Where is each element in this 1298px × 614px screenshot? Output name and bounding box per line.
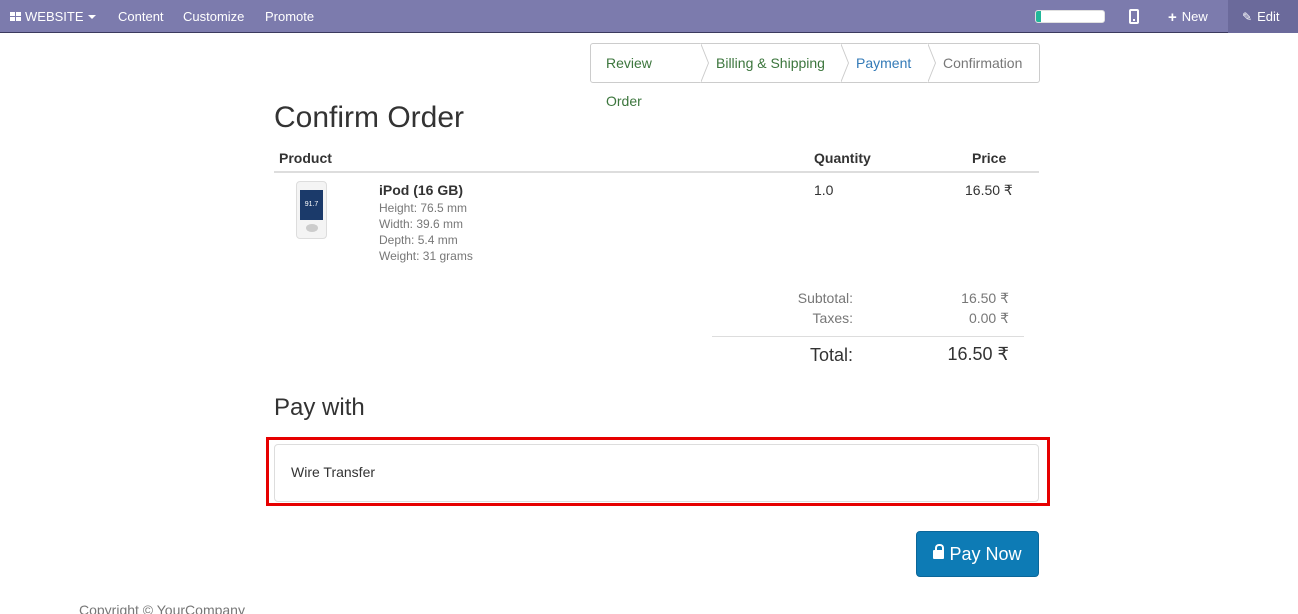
highlight-box bbox=[266, 437, 1050, 506]
header-product: Product bbox=[279, 150, 332, 166]
step-review-order[interactable]: Review Order bbox=[591, 43, 709, 109]
product-image-screen: 91.7 bbox=[300, 190, 323, 220]
step-label: Confirmation bbox=[943, 55, 1023, 71]
edit-button[interactable]: ✎ Edit bbox=[1228, 0, 1298, 33]
product-attributes: Height: 76.5 mm Width: 39.6 mm Depth: 5.… bbox=[379, 200, 473, 264]
click-wheel bbox=[306, 224, 318, 232]
checkout-steps: Review Order Billing & Shipping Payment … bbox=[590, 43, 1040, 109]
caret-down-icon bbox=[87, 15, 96, 19]
top-navbar: WEBSITE Content Customize Promote + New ✎… bbox=[0, 0, 1298, 33]
plus-icon: + bbox=[1168, 9, 1177, 26]
product-image: 91.7 bbox=[296, 181, 327, 239]
taxes-row: Taxes: 0.00 ₹ bbox=[712, 308, 1024, 328]
order-totals: Subtotal: 16.50 ₹ Taxes: 0.00 ₹ Total: 1… bbox=[712, 288, 1024, 372]
step-label: Payment bbox=[856, 55, 912, 71]
mobile-preview-icon[interactable] bbox=[1129, 9, 1139, 24]
pay-now-label: Pay Now bbox=[949, 544, 1022, 564]
subtotal-label: Subtotal: bbox=[797, 290, 853, 306]
apps-grid-icon bbox=[10, 12, 22, 22]
subtotal-value: 16.50 ₹ bbox=[961, 290, 1009, 306]
step-payment[interactable]: Payment bbox=[841, 43, 936, 83]
attr-weight: Weight: 31 grams bbox=[379, 249, 473, 263]
total-label: Total: bbox=[809, 345, 853, 365]
menu-promote[interactable]: Promote bbox=[265, 0, 314, 33]
pencil-icon: ✎ bbox=[1242, 10, 1253, 24]
lock-icon bbox=[933, 544, 945, 559]
attr-width: Width: 39.6 mm bbox=[379, 217, 464, 231]
menu-customize[interactable]: Customize bbox=[183, 0, 244, 33]
progress-fill bbox=[1036, 11, 1042, 22]
step-separator bbox=[700, 43, 709, 83]
product-quantity: 1.0 bbox=[814, 182, 834, 198]
pay-with-heading: Pay with bbox=[274, 394, 365, 421]
total-value: 16.50 ₹ bbox=[947, 344, 1010, 364]
new-button[interactable]: + New bbox=[1168, 0, 1208, 33]
taxes-label: Taxes: bbox=[812, 310, 853, 326]
attr-depth: Depth: 5.4 mm bbox=[379, 233, 458, 247]
attr-height: Height: 76.5 mm bbox=[379, 201, 468, 215]
footer-copyright: Copyright © YourCompany bbox=[79, 602, 245, 614]
edit-button-label: Edit bbox=[1257, 9, 1280, 24]
website-menu-label: WEBSITE bbox=[25, 9, 84, 24]
header-price: Price bbox=[972, 150, 1007, 166]
table-row: 91.7 iPod (16 GB) Height: 76.5 mm Width:… bbox=[274, 173, 1039, 273]
new-button-label: New bbox=[1181, 9, 1208, 24]
subtotal-row: Subtotal: 16.50 ₹ bbox=[712, 288, 1024, 308]
step-confirmation: Confirmation bbox=[928, 44, 1039, 82]
product-name: iPod (16 GB) bbox=[379, 182, 464, 198]
order-table: Product Quantity Price 91.7 iPod (16 GB)… bbox=[274, 146, 1039, 273]
total-row: Total: 16.50 ₹ bbox=[712, 336, 1024, 372]
step-separator bbox=[927, 43, 936, 83]
taxes-value: 0.00 ₹ bbox=[968, 310, 1009, 326]
progress-bar[interactable] bbox=[1035, 10, 1105, 23]
website-menu[interactable]: WEBSITE bbox=[10, 0, 96, 33]
step-separator bbox=[840, 43, 849, 83]
product-price: 16.50 ₹ bbox=[965, 182, 1013, 198]
pay-now-button[interactable]: Pay Now bbox=[916, 531, 1039, 577]
step-label: Billing & Shipping bbox=[716, 55, 825, 71]
step-label: Review Order bbox=[606, 55, 652, 109]
menu-content[interactable]: Content bbox=[118, 0, 164, 33]
page-title: Confirm Order bbox=[274, 101, 465, 134]
header-quantity: Quantity bbox=[814, 150, 871, 166]
step-billing-shipping[interactable]: Billing & Shipping bbox=[701, 43, 849, 83]
table-header: Product Quantity Price bbox=[274, 146, 1039, 173]
